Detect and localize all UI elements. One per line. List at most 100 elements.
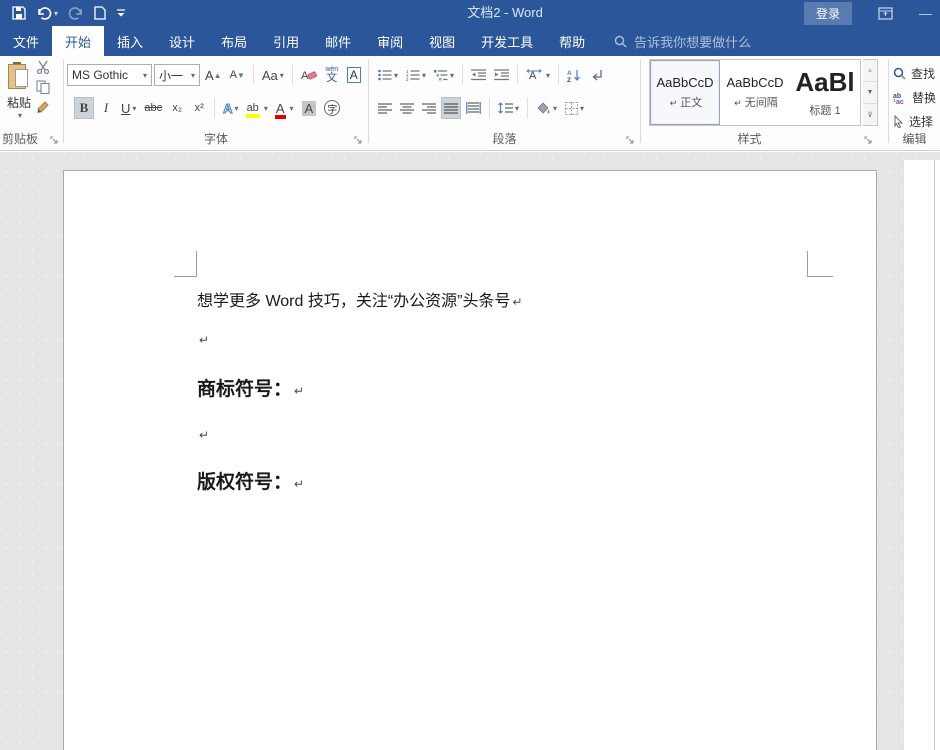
align-center-button[interactable] bbox=[397, 97, 417, 119]
paragraph-5[interactable]: 版权符号：↵ bbox=[197, 467, 304, 494]
save-icon[interactable] bbox=[12, 6, 26, 20]
font-color-button[interactable]: A▾ bbox=[273, 97, 297, 119]
undo-button[interactable]: ▾ bbox=[36, 6, 58, 20]
superscript-button[interactable]: x² bbox=[189, 97, 209, 119]
paragraph-mark: ↵ bbox=[199, 428, 209, 442]
sort-button[interactable]: AZ bbox=[564, 64, 585, 86]
borders-button[interactable]: ▾ bbox=[562, 97, 587, 119]
italic-button[interactable]: I bbox=[96, 97, 116, 119]
grow-font-button[interactable]: A▲ bbox=[202, 64, 225, 86]
tab-references[interactable]: 引用 bbox=[260, 26, 312, 56]
clipboard-dialog-launcher[interactable] bbox=[50, 136, 60, 146]
strikethrough-button[interactable]: abc bbox=[141, 97, 165, 119]
increase-indent-button[interactable] bbox=[491, 64, 512, 86]
paragraph-1[interactable]: 想学更多 Word 技巧，关注“办公资源”头条号↵ bbox=[197, 287, 523, 311]
tab-mailings[interactable]: 邮件 bbox=[312, 26, 364, 56]
clear-formatting-icon[interactable]: A bbox=[298, 64, 320, 86]
search-placeholder: 告诉我你想要做什么 bbox=[634, 32, 751, 51]
styles-group-label: 样式 bbox=[641, 130, 858, 147]
distribute-button[interactable] bbox=[463, 97, 484, 119]
numbering-button[interactable]: 123▾ bbox=[403, 64, 429, 86]
margin-crop-mark-left bbox=[174, 251, 197, 277]
styles-dialog-launcher[interactable] bbox=[864, 136, 874, 146]
select-button[interactable]: 选择 bbox=[893, 110, 933, 132]
enclose-characters-button[interactable]: 字 bbox=[321, 97, 343, 119]
style-normal[interactable]: AaBbCcD ↵ 正文 bbox=[650, 60, 720, 125]
phonetic-guide-button[interactable]: wén文 bbox=[322, 64, 342, 86]
format-painter-icon[interactable] bbox=[36, 100, 50, 114]
paragraph-2[interactable]: ↵ bbox=[197, 331, 209, 349]
tab-file[interactable]: 文件 bbox=[0, 26, 52, 56]
tab-review[interactable]: 审阅 bbox=[364, 26, 416, 56]
align-left-button[interactable] bbox=[375, 97, 395, 119]
paste-label: 粘贴 bbox=[7, 94, 31, 111]
touch-mode-icon[interactable] bbox=[94, 6, 106, 20]
tab-design[interactable]: 设计 bbox=[156, 26, 208, 56]
tell-me-search[interactable]: 告诉我你想要做什么 bbox=[614, 26, 751, 56]
ribbon-tab-strip: 文件 开始 插入 设计 布局 引用 邮件 审阅 视图 开发工具 帮助 告诉我你想… bbox=[0, 26, 940, 56]
justify-button[interactable] bbox=[441, 97, 461, 119]
tab-layout[interactable]: 布局 bbox=[208, 26, 260, 56]
clipboard-group-label: 剪贴板 bbox=[0, 130, 46, 147]
decrease-indent-button[interactable] bbox=[468, 64, 489, 86]
find-button[interactable]: 查找 bbox=[893, 62, 935, 84]
replace-button[interactable]: abac 替换 bbox=[893, 86, 936, 108]
margin-crop-mark-right bbox=[807, 251, 833, 277]
style-heading-1[interactable]: AaBl 标题 1 bbox=[790, 60, 860, 125]
shrink-font-button[interactable]: A▼ bbox=[227, 64, 248, 86]
styles-scroll-down[interactable]: ▼ bbox=[863, 82, 877, 104]
document-page[interactable]: 想学更多 Word 技巧，关注“办公资源”头条号↵ ↵ 商标符号：↵ ↵ 版权符… bbox=[63, 170, 877, 750]
paragraph-mark: ↵ bbox=[199, 333, 209, 347]
customize-qat-button[interactable] bbox=[116, 7, 126, 19]
paragraph-group: ▾ 123▾ ▾ A▾ AZ bbox=[369, 56, 640, 151]
title-bar: ▾ 文档2 - Word 登录 — bbox=[0, 0, 940, 26]
tab-home[interactable]: 开始 bbox=[52, 26, 104, 56]
align-right-button[interactable] bbox=[419, 97, 439, 119]
character-shading-button[interactable]: A bbox=[299, 97, 320, 119]
tab-help[interactable]: 帮助 bbox=[546, 26, 598, 56]
redo-button[interactable] bbox=[68, 6, 84, 20]
quick-access-toolbar: ▾ bbox=[0, 6, 126, 20]
ribbon: 粘贴 ▾ 剪贴板 MS Gothic▾ 小一▾ bbox=[0, 56, 940, 151]
style-no-spacing[interactable]: AaBbCcD ↵ 无间隔 bbox=[720, 60, 790, 125]
copy-icon[interactable] bbox=[36, 80, 50, 94]
font-group-label: 字体 bbox=[64, 130, 368, 147]
paragraph-dialog-launcher[interactable] bbox=[626, 136, 636, 146]
tab-view[interactable]: 视图 bbox=[416, 26, 468, 56]
styles-gallery-more[interactable]: ⊽ bbox=[863, 104, 877, 125]
cut-icon[interactable] bbox=[36, 60, 50, 74]
styles-scroll-up[interactable]: ▲ bbox=[863, 60, 877, 82]
paste-dropdown-caret[interactable]: ▾ bbox=[18, 111, 22, 120]
subscript-button[interactable]: x₂ bbox=[167, 97, 187, 119]
editing-group-label: 编辑 bbox=[889, 130, 940, 147]
underline-button[interactable]: U▾ bbox=[118, 97, 139, 119]
tab-developer[interactable]: 开发工具 bbox=[468, 26, 546, 56]
bold-button[interactable]: B bbox=[74, 97, 94, 119]
sign-in-button[interactable]: 登录 bbox=[804, 2, 852, 25]
text-highlight-button[interactable]: ab▾ bbox=[244, 97, 271, 119]
document-area: 想学更多 Word 技巧，关注“办公资源”头条号↵ ↵ 商标符号：↵ ↵ 版权符… bbox=[0, 152, 940, 750]
line-spacing-button[interactable]: ▾ bbox=[495, 97, 522, 119]
bullets-button[interactable]: ▾ bbox=[375, 64, 401, 86]
ribbon-display-options-icon[interactable] bbox=[878, 7, 893, 20]
vertical-scrollbar[interactable] bbox=[903, 160, 940, 750]
show-hide-marks-button[interactable] bbox=[587, 64, 607, 86]
minimize-button[interactable]: — bbox=[919, 6, 932, 21]
undo-dropdown-caret[interactable]: ▾ bbox=[54, 9, 58, 18]
tab-insert[interactable]: 插入 bbox=[104, 26, 156, 56]
paragraph-4[interactable]: ↵ bbox=[197, 426, 209, 444]
font-size-combobox[interactable]: 小一▾ bbox=[154, 64, 200, 86]
paragraph-mark: ↵ bbox=[294, 384, 304, 398]
svg-text:A: A bbox=[529, 70, 537, 82]
shading-button[interactable]: ▾ bbox=[533, 97, 560, 119]
paragraph-3[interactable]: 商标符号：↵ bbox=[197, 374, 304, 401]
change-case-button[interactable]: Aa▾ bbox=[259, 64, 287, 86]
asian-layout-button[interactable]: A▾ bbox=[523, 64, 553, 86]
character-border-button[interactable]: A bbox=[344, 64, 364, 86]
paragraph-mark: ↵ bbox=[294, 477, 304, 491]
multilevel-list-button[interactable]: ▾ bbox=[431, 64, 457, 86]
font-dialog-launcher[interactable] bbox=[354, 136, 364, 146]
select-cursor-icon bbox=[893, 115, 904, 128]
font-name-combobox[interactable]: MS Gothic▾ bbox=[67, 64, 152, 86]
text-effects-button[interactable]: A▾ bbox=[220, 97, 241, 119]
